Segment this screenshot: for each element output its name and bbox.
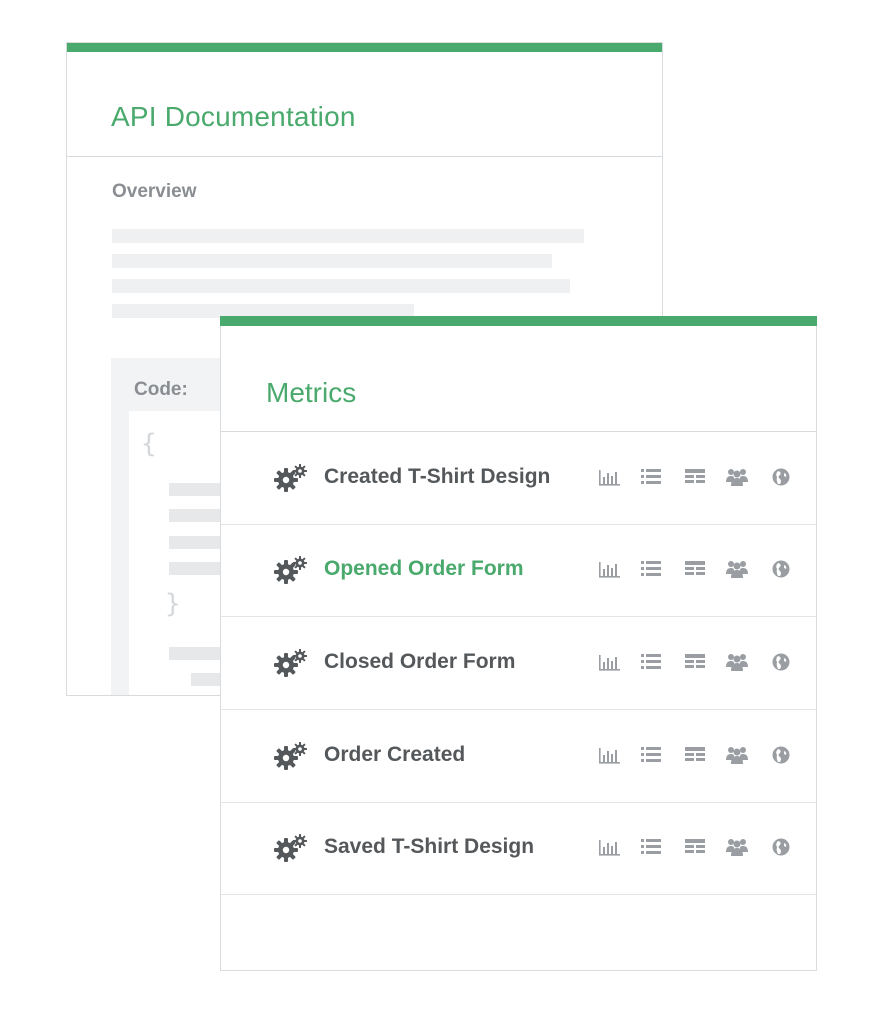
metric-actions bbox=[597, 557, 797, 581]
open-brace: { bbox=[141, 429, 157, 459]
metric-name[interactable]: Closed Order Form bbox=[324, 650, 515, 674]
gears-icon bbox=[273, 742, 309, 770]
metric-row[interactable]: Order Created bbox=[221, 709, 816, 803]
text-placeholder-line bbox=[112, 229, 584, 243]
metric-actions bbox=[597, 465, 797, 489]
metric-row[interactable]: Opened Order Form bbox=[221, 523, 816, 617]
globe-icon[interactable] bbox=[769, 465, 793, 489]
list-icon[interactable] bbox=[639, 465, 663, 489]
gears-icon bbox=[273, 834, 309, 862]
globe-icon[interactable] bbox=[769, 835, 793, 859]
bar-chart-icon[interactable] bbox=[597, 465, 621, 489]
overview-heading: Overview bbox=[112, 181, 197, 202]
users-icon[interactable] bbox=[725, 465, 749, 489]
users-icon[interactable] bbox=[725, 650, 749, 674]
list-icon[interactable] bbox=[639, 557, 663, 581]
text-placeholder-line bbox=[112, 279, 570, 293]
bar-chart-icon[interactable] bbox=[597, 835, 621, 859]
users-icon[interactable] bbox=[725, 835, 749, 859]
metric-name[interactable]: Opened Order Form bbox=[324, 557, 524, 581]
users-icon[interactable] bbox=[725, 557, 749, 581]
metric-actions bbox=[597, 835, 797, 859]
api-doc-title: API Documentation bbox=[111, 101, 356, 132]
table-icon[interactable] bbox=[683, 743, 707, 767]
bar-chart-icon[interactable] bbox=[597, 557, 621, 581]
list-icon[interactable] bbox=[639, 743, 663, 767]
metrics-card: Metrics Created T-Shirt Design Opened Or… bbox=[220, 316, 817, 971]
metrics-title: Metrics bbox=[266, 377, 357, 408]
globe-icon[interactable] bbox=[769, 743, 793, 767]
gears-icon bbox=[273, 649, 309, 677]
table-icon[interactable] bbox=[683, 835, 707, 859]
globe-icon[interactable] bbox=[769, 650, 793, 674]
metric-row[interactable]: Saved T-Shirt Design bbox=[221, 801, 816, 895]
metrics-header: Metrics bbox=[221, 327, 816, 432]
card-accent-bar bbox=[67, 43, 662, 52]
metric-row[interactable]: Closed Order Form bbox=[221, 616, 816, 710]
globe-icon[interactable] bbox=[769, 557, 793, 581]
gears-icon bbox=[273, 556, 309, 584]
table-icon[interactable] bbox=[683, 650, 707, 674]
code-label: Code: bbox=[134, 379, 188, 400]
close-brace: } bbox=[165, 589, 181, 619]
api-doc-header: API Documentation bbox=[67, 53, 662, 157]
gears-icon bbox=[273, 464, 309, 492]
table-icon[interactable] bbox=[683, 465, 707, 489]
metric-name[interactable]: Saved T-Shirt Design bbox=[324, 835, 534, 859]
text-placeholder-line bbox=[112, 254, 552, 268]
table-icon[interactable] bbox=[683, 557, 707, 581]
list-icon[interactable] bbox=[639, 650, 663, 674]
list-icon[interactable] bbox=[639, 835, 663, 859]
card-accent-bar bbox=[220, 316, 817, 326]
metric-actions bbox=[597, 650, 797, 674]
bar-chart-icon[interactable] bbox=[597, 743, 621, 767]
metric-row[interactable]: Created T-Shirt Design bbox=[221, 431, 816, 525]
metric-name[interactable]: Created T-Shirt Design bbox=[324, 465, 550, 489]
metric-actions bbox=[597, 743, 797, 767]
bar-chart-icon[interactable] bbox=[597, 650, 621, 674]
users-icon[interactable] bbox=[725, 743, 749, 767]
metric-name[interactable]: Order Created bbox=[324, 743, 465, 767]
